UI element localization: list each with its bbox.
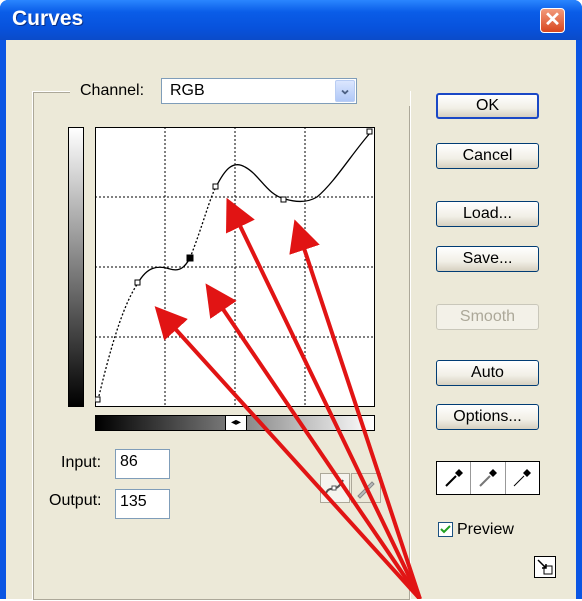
annotation-arrows xyxy=(154,197,422,599)
annotation-arrow xyxy=(154,306,422,599)
annotation-arrow xyxy=(226,197,422,599)
curves-dialog: Curves ✕ Channel: RGB ⌄ ◂▸ Input: 86 Out… xyxy=(0,0,582,601)
annotation-arrow xyxy=(289,219,422,599)
annotation-arrow xyxy=(205,283,422,599)
